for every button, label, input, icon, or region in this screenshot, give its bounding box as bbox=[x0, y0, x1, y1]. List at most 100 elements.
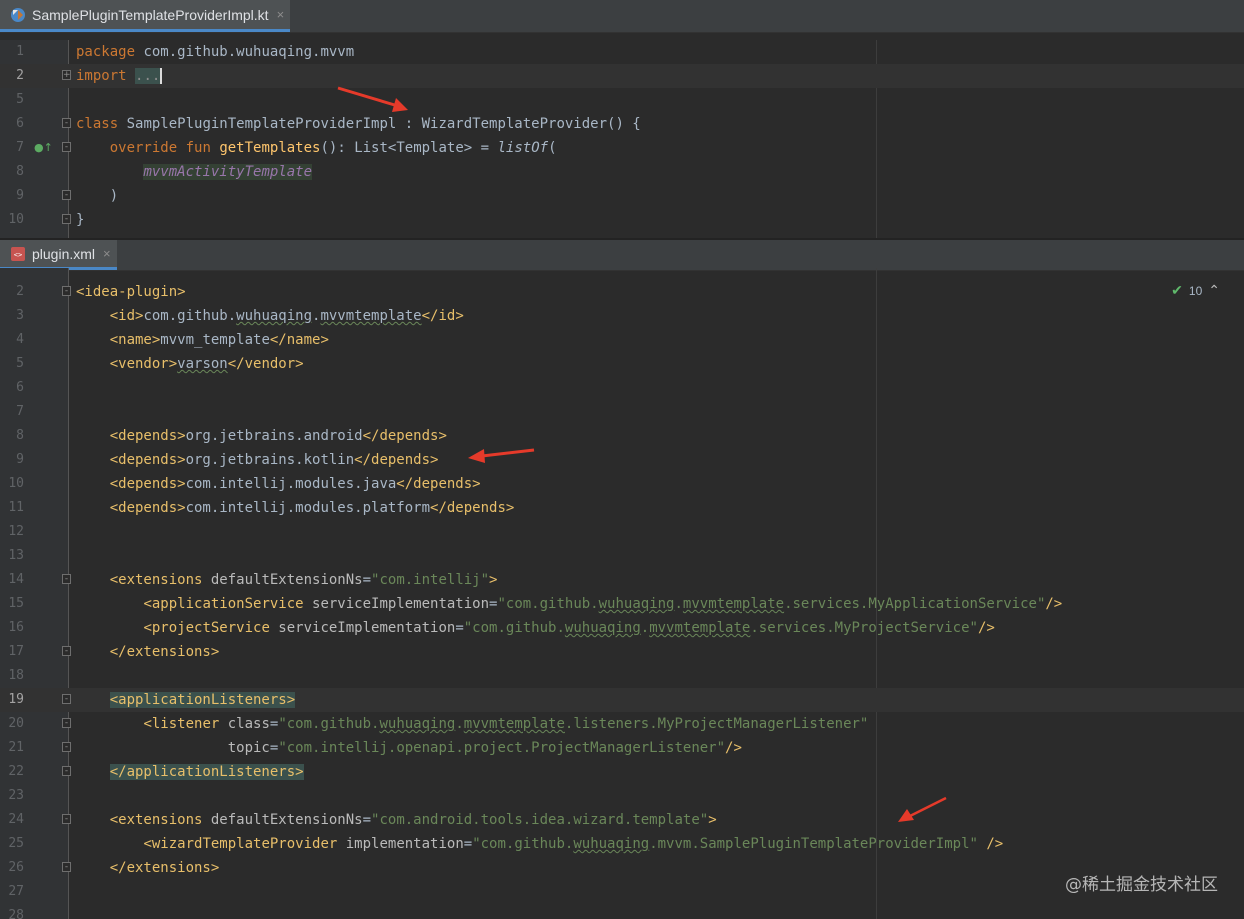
code-fragment: ( bbox=[548, 140, 557, 156]
fold-collapse-icon[interactable]: - bbox=[62, 718, 71, 728]
xml-value: .mvvm.SamplePluginTemplateProviderImpl" bbox=[649, 836, 978, 852]
code-line: 18 bbox=[0, 664, 1244, 688]
xml-tag: <depends> bbox=[109, 476, 186, 492]
code-line: 13 bbox=[0, 544, 1244, 568]
fold-expand-icon[interactable]: + bbox=[62, 70, 71, 80]
fold-end-icon[interactable]: - bbox=[62, 766, 71, 776]
code-text: <depends>org.jetbrains.kotlin</depends> bbox=[76, 448, 439, 472]
close-tab-icon[interactable]: × bbox=[277, 7, 285, 22]
code-editor[interactable]: 2 - <idea-plugin> 3 <id>com.github.wuhua… bbox=[0, 268, 1244, 919]
code-fragment: com.intellij.modules.platform bbox=[185, 500, 431, 516]
xml-tag: </depends> bbox=[362, 428, 447, 444]
code-fragment: = bbox=[463, 836, 473, 852]
code-line: 1 package com.github.wuhuaqing.mvvm bbox=[0, 40, 1244, 64]
code-line: 9 <depends>org.jetbrains.kotlin</depends… bbox=[0, 448, 1244, 472]
fold-collapse-icon[interactable]: - bbox=[62, 286, 71, 296]
line-number: 4 bbox=[16, 332, 24, 347]
xml-value: .listeners.MyProjectManagerListener" bbox=[564, 716, 869, 732]
line-number: 5 bbox=[16, 356, 24, 371]
xml-tab-bar: <> plugin.xml × bbox=[0, 240, 1244, 271]
xml-attribute: defaultExtensionNs bbox=[202, 812, 363, 828]
fold-end-icon[interactable]: - bbox=[62, 646, 71, 656]
typo-word: mvvmtemplate bbox=[463, 716, 565, 732]
code-line: 14 - <extensions defaultExtensionNs="com… bbox=[0, 568, 1244, 592]
property-reference: mvvmActivityTemplate bbox=[143, 164, 313, 180]
xml-value: "com.intellij" bbox=[371, 572, 490, 588]
xml-value: . bbox=[455, 716, 464, 732]
code-text: <vendor>varson</vendor> bbox=[76, 352, 304, 376]
line-number: 15 bbox=[8, 596, 24, 611]
kotlin-editor-pane: SamplePluginTemplateProviderImpl.kt × 1 … bbox=[0, 0, 1244, 238]
override-marker-icon[interactable]: ●↑ bbox=[34, 141, 53, 154]
fold-end-icon[interactable]: - bbox=[62, 214, 71, 224]
function-name: getTemplates bbox=[219, 140, 321, 156]
xml-tag: </applicationListeners> bbox=[109, 764, 304, 780]
close-tab-icon[interactable]: × bbox=[103, 246, 111, 261]
code-text: override fun getTemplates(): List<Templa… bbox=[76, 136, 557, 160]
line-number: 10 bbox=[8, 212, 24, 227]
xml-editor-pane: <> plugin.xml × ✔ 10 ⌃ 2 - <idea-plugin>… bbox=[0, 240, 1244, 919]
code-fragment: SamplePluginTemplateProviderImpl : Wizar… bbox=[118, 116, 641, 132]
code-fragment: com.github.wuhuaqing.mvvm bbox=[135, 44, 355, 60]
xml-value: "com.android.tools.idea.wizard.template" bbox=[371, 812, 709, 828]
folded-imports[interactable]: ... bbox=[135, 68, 163, 84]
code-line: 20 - <listener class="com.github.wuhuaqi… bbox=[0, 712, 1244, 736]
fold-collapse-icon[interactable]: - bbox=[62, 142, 71, 152]
code-fragment: ) bbox=[109, 188, 119, 204]
code-line: 7 bbox=[0, 400, 1244, 424]
line-number: 28 bbox=[8, 908, 24, 919]
line-number: 13 bbox=[8, 548, 24, 563]
code-line: 4 <name>mvvm_template</name> bbox=[0, 328, 1244, 352]
line-number: 8 bbox=[16, 428, 24, 443]
code-text: <depends>org.jetbrains.android</depends> bbox=[76, 424, 447, 448]
xml-tag: </extensions> bbox=[109, 644, 220, 660]
fold-collapse-icon[interactable]: - bbox=[62, 574, 71, 584]
typo-word: mvvmtemplate bbox=[682, 596, 785, 612]
xml-value: .services.MyApplicationService" bbox=[784, 596, 1046, 612]
line-number: 24 bbox=[8, 812, 24, 827]
fold-end-icon[interactable]: - bbox=[62, 742, 71, 752]
xml-tag: <depends> bbox=[109, 452, 186, 468]
kotlin-tab-bar: SamplePluginTemplateProviderImpl.kt × bbox=[0, 0, 1244, 33]
fold-collapse-icon[interactable]: - bbox=[62, 118, 71, 128]
line-number: 6 bbox=[16, 116, 24, 131]
line-number: 12 bbox=[8, 524, 24, 539]
code-line: 25 <wizardTemplateProvider implementatio… bbox=[0, 832, 1244, 856]
code-line: 3 <id>com.github.wuhuaqing.mvvmtemplate<… bbox=[0, 304, 1244, 328]
code-fragment: com.intellij.modules.java bbox=[185, 476, 397, 492]
fold-collapse-icon[interactable]: - bbox=[62, 694, 71, 704]
keyword: override bbox=[109, 140, 178, 156]
xml-tag: <projectService bbox=[143, 620, 270, 636]
xml-tag: <idea-plugin> bbox=[76, 284, 186, 300]
code-line: 9 - ) bbox=[0, 184, 1244, 208]
code-editor[interactable]: 1 package com.github.wuhuaqing.mvvm 2 + … bbox=[0, 40, 1244, 238]
fold-collapse-icon[interactable]: - bbox=[62, 814, 71, 824]
tab-plugin-xml[interactable]: <> plugin.xml × bbox=[0, 240, 117, 270]
fold-end-icon[interactable]: - bbox=[62, 862, 71, 872]
line-number: 11 bbox=[8, 500, 24, 515]
keyword: fun bbox=[185, 140, 211, 156]
xml-tag: > bbox=[489, 572, 498, 588]
xml-tag: <extensions bbox=[109, 572, 203, 588]
xml-tag: </depends> bbox=[396, 476, 481, 492]
xml-value: . bbox=[674, 596, 683, 612]
xml-attribute: implementation bbox=[337, 836, 464, 852]
typo-word: wuhuaqing bbox=[236, 308, 313, 324]
typo-word: wuhuaqing bbox=[564, 620, 641, 636]
code-text: <wizardTemplateProvider implementation="… bbox=[76, 832, 1003, 856]
typo-word: wuhuaqing bbox=[598, 596, 675, 612]
fold-end-icon[interactable]: - bbox=[62, 190, 71, 200]
tab-kotlin-file[interactable]: SamplePluginTemplateProviderImpl.kt × bbox=[0, 0, 291, 32]
line-number: 27 bbox=[8, 884, 24, 899]
line-number: 7 bbox=[16, 404, 24, 419]
typo-word: varson bbox=[177, 356, 228, 372]
xml-attribute: class bbox=[219, 716, 270, 732]
line-number: 23 bbox=[8, 788, 24, 803]
xml-tag: </extensions> bbox=[109, 860, 220, 876]
xml-tag: </vendor> bbox=[227, 356, 304, 372]
xml-tag: <depends> bbox=[109, 428, 186, 444]
keyword: import bbox=[76, 68, 127, 84]
line-number: 17 bbox=[8, 644, 24, 659]
code-line: 26 - </extensions> bbox=[0, 856, 1244, 880]
code-line: 23 bbox=[0, 784, 1244, 808]
